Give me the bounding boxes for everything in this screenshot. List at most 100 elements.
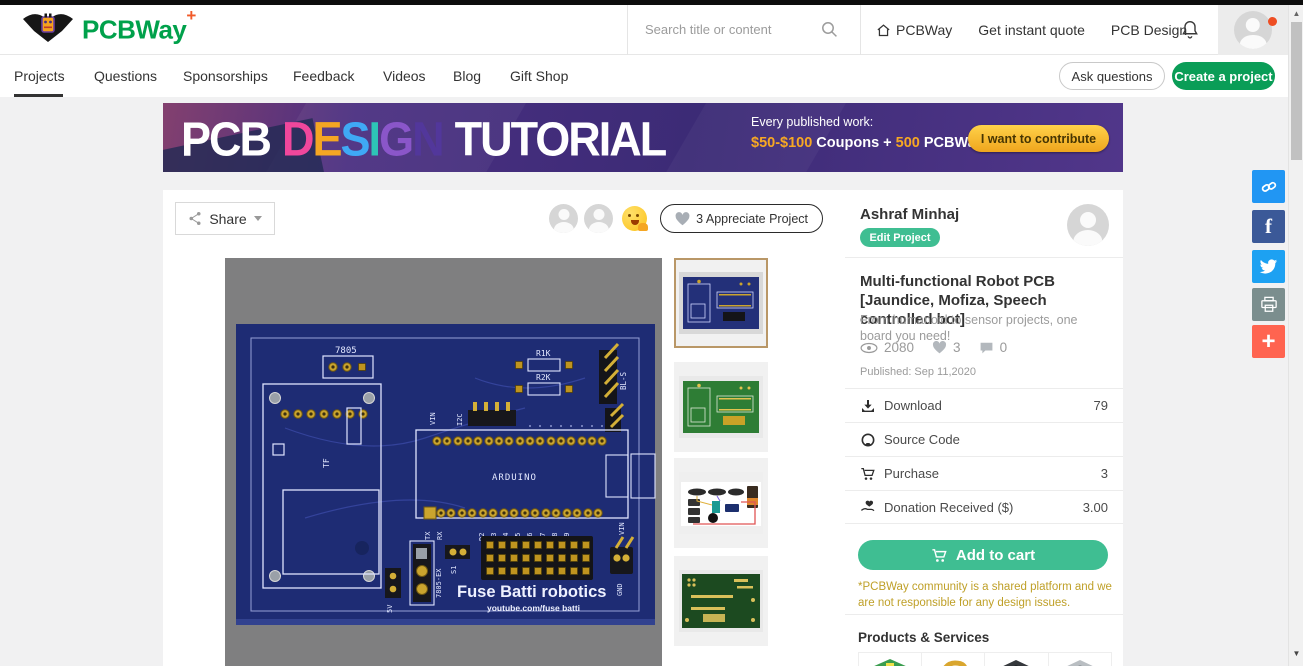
pcb-label-gnd: GND — [616, 583, 624, 596]
comments-count: 0 — [999, 340, 1008, 355]
main-nav: Projects Questions Sponsorships Feedback… — [0, 55, 1303, 97]
twitter-share-button[interactable] — [1252, 250, 1285, 283]
create-project-button[interactable]: Create a project — [1172, 62, 1275, 90]
download-row[interactable]: Download 79 — [845, 388, 1123, 422]
published-date: Published: Sep 11,2020 — [860, 366, 976, 378]
print-icon — [1260, 296, 1277, 312]
pcb-label-5v: 5V — [386, 604, 394, 613]
pcb-label-tx: TX — [424, 531, 432, 540]
appreciator-avatar[interactable] — [549, 204, 579, 233]
project-main-image[interactable]: TF 7805 R1K R2K BL-S I2C VIN ARDUINO TX … — [225, 258, 662, 666]
user-menu[interactable] — [1218, 5, 1288, 55]
share-label: Share — [209, 210, 247, 227]
nav-item-blog[interactable]: Blog — [453, 55, 481, 97]
scroll-down-arrow[interactable]: ▼ — [1289, 646, 1303, 660]
header-link-home-label: PCBWay — [896, 22, 953, 38]
add-to-cart-label: Add to cart — [955, 546, 1036, 564]
heart-icon — [675, 211, 690, 225]
pcb-label-7805ex: 7805-EX — [435, 568, 443, 598]
purchase-label: Purchase — [884, 466, 939, 481]
pcb-brand-text: Fuse Batti robotics — [457, 583, 606, 601]
divider — [845, 614, 1123, 615]
notifications-button[interactable] — [1180, 19, 1200, 41]
comments-icon — [980, 342, 992, 354]
logo-plus: + — [186, 6, 196, 26]
product-thumb-green-pcb[interactable] — [858, 652, 922, 666]
notification-dot — [1268, 17, 1277, 26]
views-icon — [860, 342, 878, 353]
nav-item-projects[interactable]: Projects — [14, 55, 65, 97]
thumbnail-green-pcb[interactable] — [674, 362, 768, 452]
pcb-label-7805: 7805 — [335, 346, 357, 356]
thumbnail-wiring-diagram[interactable] — [674, 458, 768, 548]
donation-row[interactable]: Donation Received ($) 3.00 — [845, 490, 1123, 524]
header-link-quote[interactable]: Get instant quote — [978, 22, 1085, 38]
logo-text: PCBWay+ — [82, 6, 196, 45]
product-thumb-dark-pcb[interactable] — [985, 652, 1049, 666]
facebook-share-button[interactable]: f — [1252, 210, 1285, 243]
nav-item-videos[interactable]: Videos — [383, 55, 426, 97]
product-thumb-flex-pcb[interactable] — [921, 652, 985, 666]
pcb-render: TF 7805 R1K R2K BL-S I2C VIN ARDUINO TX … — [225, 258, 662, 666]
author-name[interactable]: Ashraf Minhaj — [860, 206, 959, 223]
pcb-label-i2c: I2C — [456, 413, 464, 426]
source-code-label: Source Code — [884, 432, 960, 447]
banner-title: PCB DESIGN TUTORIAL — [181, 111, 667, 167]
active-tab-underline — [14, 94, 63, 97]
appreciator-avatar[interactable] — [584, 204, 614, 233]
promo-banner[interactable]: PCB DESIGN TUTORIAL Every published work: … — [163, 103, 1123, 172]
appreciate-button[interactable]: 3 Appreciate Project — [660, 204, 823, 233]
bat-logo-icon — [23, 13, 73, 42]
ask-questions-button[interactable]: Ask questions — [1059, 62, 1165, 90]
products-services-heading: Products & Services — [858, 630, 990, 645]
user-avatar[interactable] — [1234, 11, 1272, 49]
header-link-pcb-design[interactable]: PCB Design — [1111, 22, 1187, 38]
cart-icon — [861, 467, 875, 480]
scroll-up-arrow[interactable]: ▲ — [1289, 6, 1303, 20]
print-button[interactable] — [1252, 288, 1285, 321]
nav-item-sponsorships[interactable]: Sponsorships — [183, 55, 268, 97]
header-link-home[interactable]: PCBWay — [876, 22, 952, 38]
hugging-face-emoji[interactable] — [622, 206, 649, 231]
header-link-quote-label: Get instant quote — [978, 22, 1085, 38]
products-services-row — [858, 652, 1112, 666]
views-count: 2080 — [884, 340, 915, 355]
nav-item-gift-shop[interactable]: Gift Shop — [510, 55, 568, 97]
thumbnail-green-pcb-back[interactable] — [674, 556, 768, 646]
contribute-button[interactable]: I want to contribute — [968, 125, 1109, 152]
scrollbar-thumb[interactable] — [1291, 22, 1302, 160]
twitter-icon — [1259, 258, 1278, 274]
logo[interactable]: PCBWay+ — [22, 6, 196, 51]
nav-item-questions[interactable]: Questions — [94, 55, 157, 97]
pcb-label-r1k: R1K — [536, 349, 551, 358]
copy-link-button[interactable] — [1252, 170, 1285, 203]
source-code-row[interactable]: Source Code — [845, 422, 1123, 456]
donation-amount: 3.00 — [1082, 499, 1108, 515]
author-avatar[interactable] — [1067, 204, 1109, 246]
bell-icon — [1182, 20, 1198, 39]
product-thumb-aluminum-pcb[interactable] — [1048, 652, 1112, 666]
search-input[interactable]: Search title or content — [628, 5, 860, 55]
pcb-label-bls: BL-S — [619, 371, 628, 390]
likes-count: 3 — [953, 340, 961, 355]
share-button[interactable]: Share — [175, 202, 275, 235]
search-placeholder: Search title or content — [645, 22, 772, 37]
add-to-cart-button[interactable]: Add to cart — [858, 540, 1108, 570]
project-card: Share 3 Appreciate Project TF 7805 R1K R… — [163, 190, 1123, 666]
page-scrollbar[interactable]: ▲ ▼ — [1288, 0, 1303, 666]
download-label: Download — [884, 398, 942, 413]
appreciate-row: 3 Appreciate Project — [549, 204, 823, 233]
thumbnail-blue-pcb[interactable] — [674, 258, 768, 348]
more-share-button[interactable]: + — [1252, 325, 1285, 358]
appreciate-label: 3 Appreciate Project — [696, 211, 808, 226]
donation-icon — [860, 500, 875, 512]
edit-project-button[interactable]: Edit Project — [860, 228, 940, 247]
home-icon — [877, 23, 890, 36]
purchase-row[interactable]: Purchase 3 — [845, 456, 1123, 490]
search-icon[interactable] — [821, 21, 838, 38]
top-black-strip — [0, 0, 1303, 5]
pcb-url-text: youtube.com/fuse batti — [487, 603, 580, 613]
pcb-label-r2k: R2K — [536, 373, 551, 382]
nav-item-feedback[interactable]: Feedback — [293, 55, 354, 97]
share-icon — [189, 211, 201, 226]
